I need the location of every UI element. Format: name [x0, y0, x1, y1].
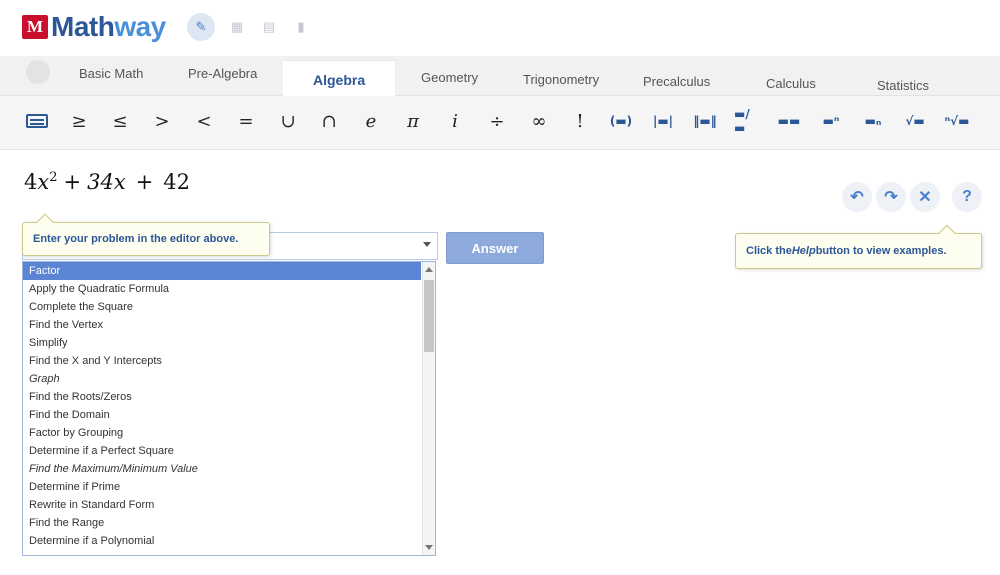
symbol-toolbar: ≥ ≤ > < = ∪ ∩ e π i ÷ ∞ ! (▬) |▬| ‖▬‖ ▬/… [0, 96, 1000, 150]
less-equal-button[interactable]: ≤ [107, 108, 133, 134]
editor-hint-tooltip: Enter your problem in the editor above. [22, 213, 270, 256]
list-item[interactable]: Find the Vertex [23, 316, 421, 334]
list-item[interactable]: Graph [23, 370, 421, 388]
list-item[interactable]: Complete the Square [23, 298, 421, 316]
subscript-icon[interactable]: ▬ₙ [860, 108, 886, 134]
intersection-button[interactable]: ∩ [316, 108, 342, 134]
list-item[interactable]: Find the Domain [23, 406, 421, 424]
list-item[interactable]: Factor [23, 262, 421, 280]
logo-text: Mathway [51, 11, 166, 42]
app-header: M Mathway ✎ ▦ ▤ ▮ [0, 0, 1000, 56]
mathway-logo[interactable]: M Mathway [22, 10, 166, 44]
topic-options-list: Factor Apply the Quadratic Formula Compl… [22, 261, 436, 556]
subject-tabs: Basic Math Pre-Algebra Algebra Geometry … [0, 56, 1000, 96]
greater-than-button[interactable]: > [149, 108, 175, 134]
calculator-icon[interactable]: ▤ [258, 16, 280, 38]
list-item[interactable]: Rewrite in Standard Form [23, 496, 421, 514]
equals-button[interactable]: = [233, 108, 259, 134]
divide-button[interactable]: ÷ [484, 108, 510, 134]
list-item[interactable]: Determine if Prime [23, 478, 421, 496]
redo-icon[interactable]: ↷ [876, 182, 906, 212]
scroll-thumb[interactable] [424, 280, 434, 352]
tab-precalculus[interactable]: Precalculus [643, 74, 710, 89]
trash-icon[interactable]: ▮ [290, 16, 312, 38]
grid-icon[interactable]: ▦ [226, 16, 248, 38]
tab-algebra[interactable]: Algebra [283, 60, 396, 96]
infinity-button[interactable]: ∞ [526, 108, 552, 134]
list-item[interactable]: Determine if a Polynomial [23, 532, 421, 550]
tab-trigonometry[interactable]: Trigonometry [523, 72, 599, 87]
list-item[interactable]: Find the X and Y Intercepts [23, 352, 421, 370]
union-button[interactable]: ∪ [275, 108, 301, 134]
help-icon[interactable]: ? [952, 182, 982, 212]
list-scrollbar[interactable] [422, 262, 435, 555]
tab-pre-algebra[interactable]: Pre-Algebra [188, 66, 257, 81]
clear-icon[interactable]: ✕ [910, 182, 940, 212]
scroll-down-icon[interactable] [425, 545, 433, 550]
tab-calculus[interactable]: Calculus [766, 76, 816, 91]
list-item[interactable]: Find the Roots/Zeros [23, 388, 421, 406]
list-item[interactable]: Determine if a Perfect Square [23, 442, 421, 460]
imaginary-i-button[interactable]: i [442, 108, 468, 134]
tab-basic-math[interactable]: Basic Math [79, 66, 143, 81]
chevron-down-icon[interactable] [423, 242, 431, 247]
undo-icon[interactable]: ↶ [842, 182, 872, 212]
tab-statistics[interactable]: Statistics [877, 78, 929, 93]
list-item[interactable]: Find the Range [23, 514, 421, 532]
euler-e-button[interactable]: e [358, 108, 384, 134]
home-icon[interactable] [26, 60, 50, 84]
mixed-number-icon[interactable]: ▬▬ [776, 108, 802, 134]
nth-root-icon[interactable]: ⁿ√▬ [944, 108, 970, 134]
less-than-button[interactable]: < [191, 108, 217, 134]
parentheses-icon[interactable]: (▬) [608, 108, 634, 134]
exponent-icon[interactable]: ▬ⁿ [818, 108, 844, 134]
fraction-icon[interactable]: ▬/▬ [734, 107, 760, 135]
norm-icon[interactable]: ‖▬‖ [692, 108, 718, 134]
list-item[interactable]: Find the Maximum/Minimum Value [23, 460, 421, 478]
list-item[interactable]: Simplify [23, 334, 421, 352]
list-item[interactable]: Factor by Grouping [23, 424, 421, 442]
list-item[interactable]: Apply the Quadratic Formula [23, 280, 421, 298]
tab-geometry[interactable]: Geometry [421, 70, 478, 85]
answer-button[interactable]: Answer [446, 232, 544, 264]
scroll-up-icon[interactable] [425, 267, 433, 272]
square-root-icon[interactable]: √▬ [902, 108, 928, 134]
math-editor-expression[interactable]: 4x2 +34x +42 [24, 170, 190, 194]
absolute-value-icon[interactable]: |▬| [650, 108, 676, 134]
factorial-button[interactable]: ! [567, 108, 593, 134]
keyboard-icon[interactable] [24, 108, 50, 134]
greater-equal-button[interactable]: ≥ [66, 108, 92, 134]
logo-mark: M [22, 15, 48, 39]
pencil-icon[interactable]: ✎ [187, 13, 215, 41]
help-hint-tooltip: Click the Help button to view examples. [735, 224, 982, 269]
pi-button[interactable]: π [400, 108, 426, 134]
